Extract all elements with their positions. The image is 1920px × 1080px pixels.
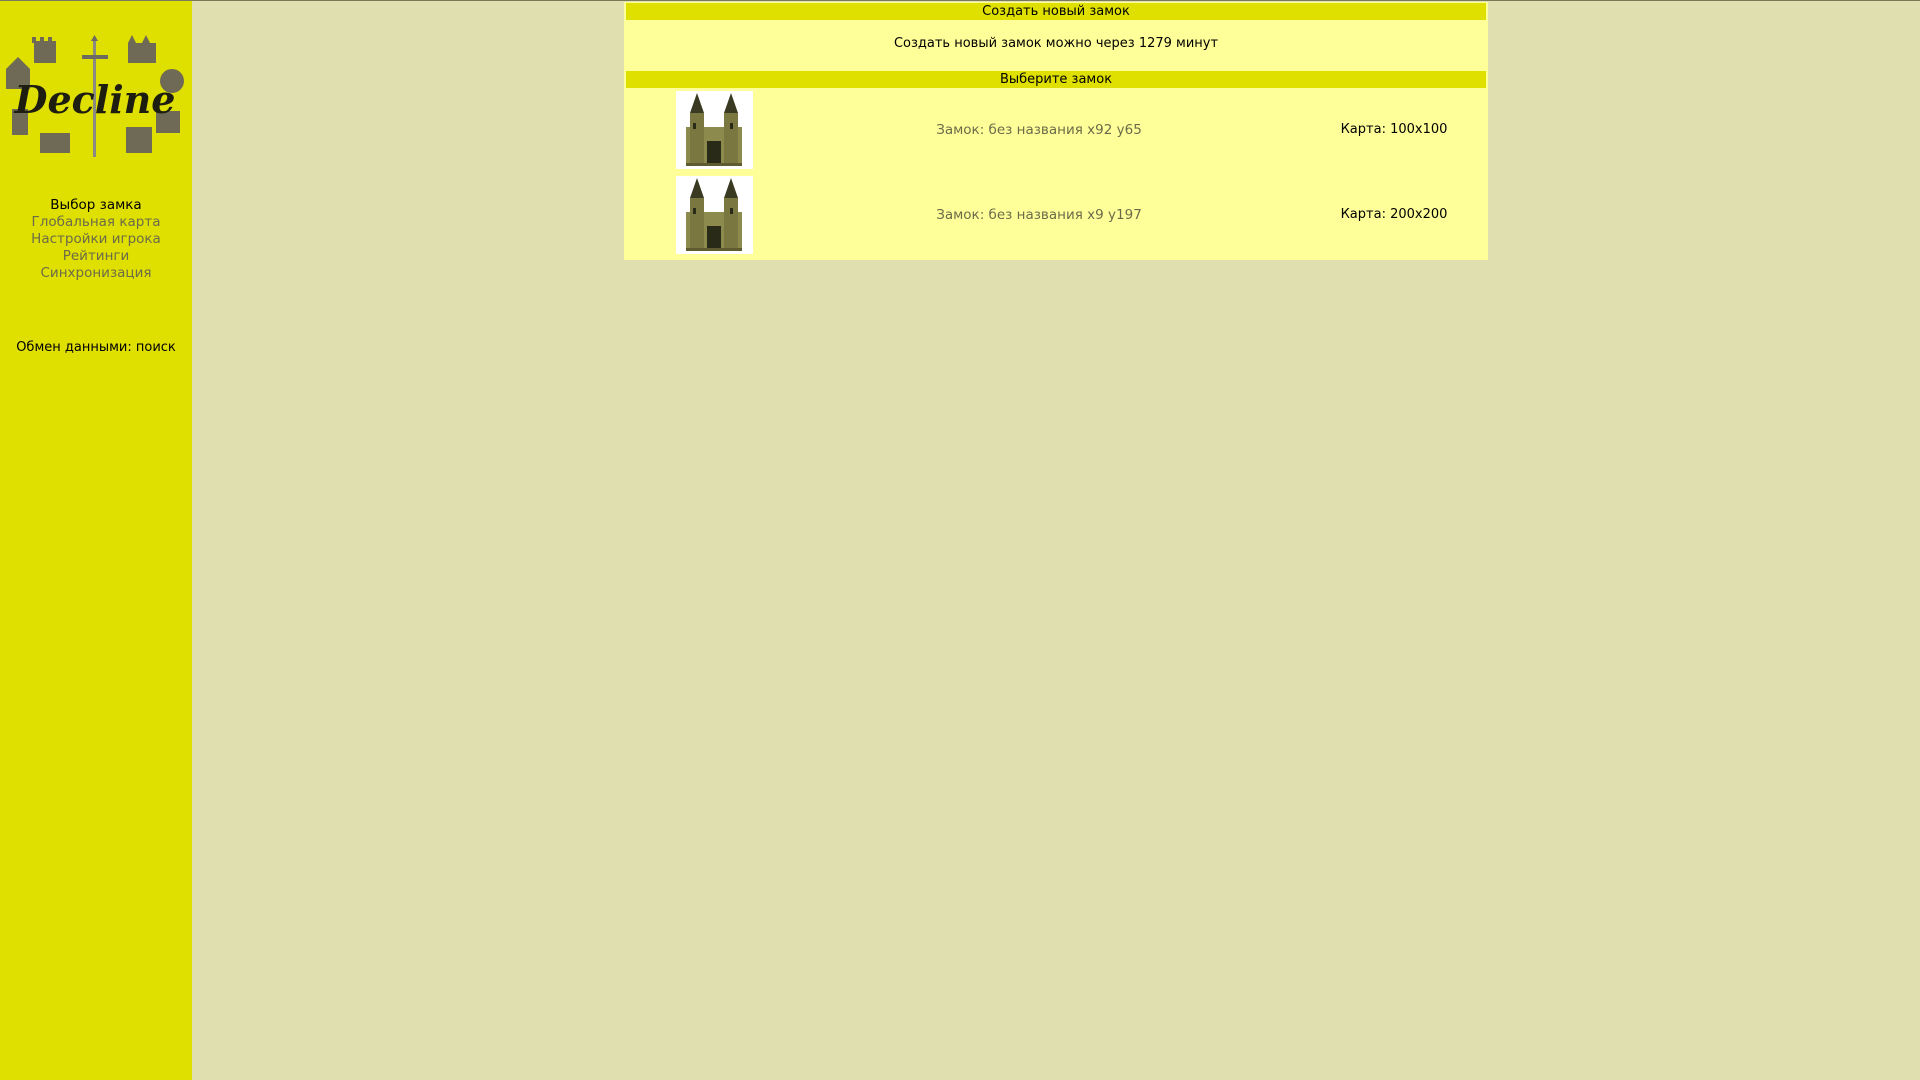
castle-link[interactable]: Замок: без названия x92 y65 — [819, 91, 1259, 169]
sidebar: Decline Выбор замка Глобальная карта Нас… — [0, 1, 192, 1080]
castle-icon[interactable] — [676, 176, 753, 254]
sidebar-nav: Выбор замка Глобальная карта Настройки и… — [0, 197, 192, 282]
castle-map-size: Карта: 100x100 — [1340, 122, 1448, 137]
logo-text: Decline — [14, 77, 176, 122]
castle-link[interactable]: Замок: без названия x9 y197 — [819, 176, 1259, 254]
data-exchange-status: Обмен данными: поиск — [16, 340, 176, 355]
select-castle-header: Выберите замок — [626, 71, 1486, 88]
castle-icon[interactable] — [676, 91, 753, 169]
castle-panel: Создать новый замок Создать новый замок … — [624, 2, 1488, 260]
castle-map-size: Карта: 200x200 — [1340, 207, 1448, 222]
top-border — [0, 0, 1920, 1]
castle-row: Замок: без названия x9 y197 Карта: 200x2… — [624, 176, 1488, 254]
nav-player-settings[interactable]: Настройки игрока — [0, 231, 192, 248]
nav-ratings[interactable]: Рейтинги — [0, 248, 192, 265]
castle-row: Замок: без названия x92 y65 Карта: 100x1… — [624, 91, 1488, 169]
nav-global-map[interactable]: Глобальная карта — [0, 214, 192, 231]
decline-logo: Decline — [2, 35, 188, 161]
nav-sync[interactable]: Синхронизация — [0, 265, 192, 282]
create-castle-header: Создать новый замок — [626, 3, 1486, 20]
nav-castle-select[interactable]: Выбор замка — [0, 197, 192, 214]
create-castle-notice: Создать новый замок можно через 1279 мин… — [893, 36, 1219, 51]
